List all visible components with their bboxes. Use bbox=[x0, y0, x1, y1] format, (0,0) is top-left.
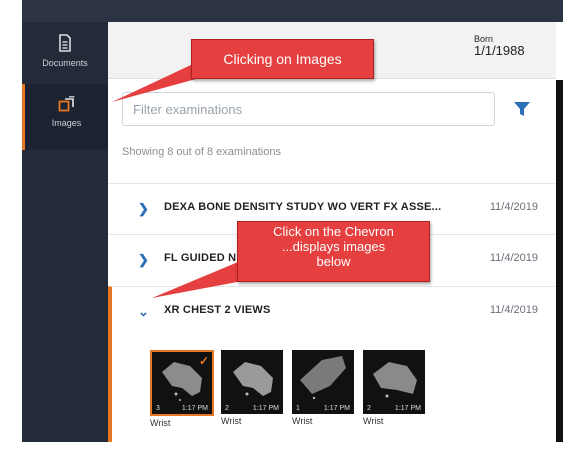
xray-image: ✓ 3 1:17 PM bbox=[150, 350, 214, 416]
birth-date: Born 1/1/1988 bbox=[474, 35, 525, 58]
xray-image: 2 1:17 PM bbox=[221, 350, 283, 414]
filter-button[interactable] bbox=[513, 100, 531, 123]
image-count: 2 bbox=[367, 405, 371, 412]
sidebar-item-label: Images bbox=[51, 118, 82, 128]
chevron-down-icon[interactable]: ⌄ bbox=[138, 304, 149, 320]
callout-line: Click on the Chevron bbox=[273, 224, 394, 239]
image-time: 1:17 PM bbox=[323, 405, 350, 412]
document-icon bbox=[59, 34, 71, 52]
image-thumbnail[interactable]: 2 1:17 PM Wrist bbox=[363, 350, 427, 426]
image-time: 1:17 PM bbox=[252, 405, 279, 412]
exam-title: DEXA BONE DENSITY STUDY WO VERT FX ASSE.… bbox=[164, 201, 442, 213]
images-icon bbox=[58, 96, 74, 112]
exam-title: XR CHEST 2 VIEWS bbox=[164, 304, 271, 316]
exam-row-expanded[interactable]: ⌄ XR CHEST 2 VIEWS 11/4/2019 ✓ 3 1:17 PM… bbox=[108, 286, 556, 442]
chevron-right-icon[interactable]: ❯ bbox=[138, 252, 149, 268]
checkmark-icon: ✓ bbox=[198, 354, 209, 368]
sidebar-item-images[interactable]: Images bbox=[22, 84, 108, 150]
image-count: 3 bbox=[156, 405, 160, 412]
callout-line: below bbox=[316, 254, 351, 269]
app-top-background bbox=[22, 0, 563, 22]
exam-date: 11/4/2019 bbox=[489, 201, 538, 213]
thumbnail-label: Wrist bbox=[292, 416, 313, 426]
image-thumbnail[interactable]: ✓ 3 1:17 PM Wrist bbox=[150, 350, 214, 428]
chevron-right-icon[interactable]: ❯ bbox=[138, 201, 149, 217]
sidebar-item-documents[interactable]: Documents bbox=[22, 34, 108, 68]
results-count: Showing 8 out of 8 examinations bbox=[122, 146, 281, 158]
image-count: 2 bbox=[225, 405, 229, 412]
viewer-edge bbox=[556, 80, 563, 442]
image-thumbnail[interactable]: 1 1:17 PM Wrist bbox=[292, 350, 356, 426]
sidebar-item-label: Documents bbox=[42, 58, 88, 68]
xray-image: 2 1:17 PM bbox=[363, 350, 425, 414]
exam-date: 11/4/2019 bbox=[489, 252, 538, 264]
annotation-callout: Clicking on Images bbox=[191, 39, 374, 79]
annotation-callout: Click on the Chevron ...displays images … bbox=[237, 221, 430, 282]
image-time: 1:17 PM bbox=[181, 405, 208, 412]
image-time: 1:17 PM bbox=[394, 405, 421, 412]
filter-icon bbox=[514, 102, 530, 116]
sidebar: Documents Images bbox=[22, 22, 108, 442]
callout-pointer bbox=[152, 262, 248, 298]
thumbnail-label: Wrist bbox=[221, 416, 242, 426]
image-thumbnail[interactable]: 2 1:17 PM Wrist bbox=[221, 350, 285, 426]
thumbnail-label: Wrist bbox=[363, 416, 384, 426]
callout-line: ...displays images bbox=[281, 239, 386, 254]
image-count: 1 bbox=[296, 405, 300, 412]
exam-date: 11/4/2019 bbox=[489, 304, 538, 316]
xray-image: 1 1:17 PM bbox=[292, 350, 354, 414]
thumbnail-label: Wrist bbox=[150, 418, 171, 428]
born-value: 1/1/1988 bbox=[474, 43, 525, 58]
